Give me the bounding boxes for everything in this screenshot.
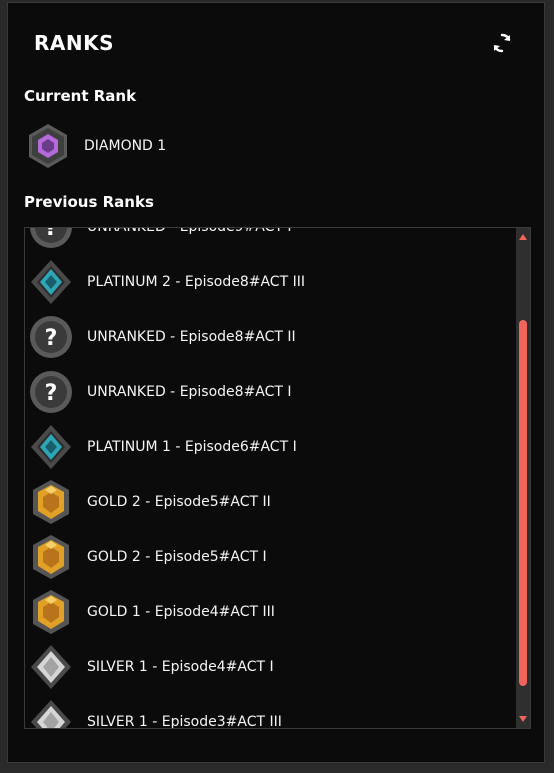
rank-list-item: ? UNRANKED - Episode8#ACT I: [25, 364, 515, 419]
gold-badge-icon: [33, 534, 69, 579]
scroll-down-arrow-icon[interactable]: [519, 716, 527, 722]
unranked-badge-icon: ?: [30, 227, 72, 248]
svg-text:?: ?: [45, 227, 58, 241]
scrollbar[interactable]: [516, 228, 530, 728]
rank-list-item: PLATINUM 2 - Episode8#ACT III: [25, 254, 515, 309]
rank-item-label: PLATINUM 1 - Episode6#ACT I: [87, 438, 297, 455]
header: RANKS: [34, 31, 514, 59]
rank-item-label: PLATINUM 2 - Episode8#ACT III: [87, 273, 305, 290]
svg-text:?: ?: [45, 326, 58, 351]
rank-item-label: SILVER 1 - Episode4#ACT I: [87, 658, 274, 675]
silver-badge-icon: [31, 699, 71, 728]
unranked-badge-icon: ?: [30, 370, 72, 413]
scrollbar-thumb[interactable]: [519, 320, 527, 686]
rank-item-label: GOLD 2 - Episode5#ACT I: [87, 548, 267, 565]
current-rank-heading: Current Rank: [24, 87, 137, 105]
rank-item-label: SILVER 1 - Episode3#ACT III: [87, 713, 282, 729]
current-rank-label: DIAMOND 1: [84, 138, 167, 154]
rank-list-item: SILVER 1 - Episode3#ACT III: [25, 694, 515, 729]
rank-item-label: GOLD 2 - Episode5#ACT II: [87, 493, 271, 510]
current-rank: DIAMOND 1: [24, 121, 166, 171]
diamond-badge-icon: [29, 124, 67, 168]
platinum-badge-icon: [31, 424, 71, 469]
svg-text:?: ?: [45, 381, 58, 406]
refresh-icon[interactable]: [490, 31, 514, 55]
rank-list-item: ? UNRANKED - Episode9#ACT I: [25, 227, 515, 254]
rank-list-content: ? UNRANKED - Episode9#ACT I PLATINUM 2 - E…: [25, 227, 515, 729]
unranked-badge-icon: ?: [30, 315, 72, 358]
rank-item-label: UNRANKED - Episode8#ACT I: [87, 383, 292, 400]
previous-ranks-heading: Previous Ranks: [24, 193, 154, 211]
gold-badge-icon: [33, 589, 69, 634]
rank-list-item: GOLD 1 - Episode4#ACT III: [25, 584, 515, 639]
previous-ranks-list[interactable]: ? UNRANKED - Episode9#ACT I PLATINUM 2 - E…: [24, 227, 531, 729]
rank-list-item: SILVER 1 - Episode4#ACT I: [25, 639, 515, 694]
rank-list-item: GOLD 2 - Episode5#ACT II: [25, 474, 515, 529]
rank-list-item: GOLD 2 - Episode5#ACT I: [25, 529, 515, 584]
silver-badge-icon: [31, 644, 71, 689]
platinum-badge-icon: [31, 259, 71, 304]
rank-item-label: UNRANKED - Episode9#ACT I: [87, 228, 292, 235]
scroll-up-arrow-icon[interactable]: [519, 234, 527, 240]
rank-item-label: UNRANKED - Episode8#ACT II: [87, 328, 296, 345]
rank-list-item: ? UNRANKED - Episode8#ACT II: [25, 309, 515, 364]
ranks-window: RANKS Current Rank DIAMOND 1 Previous Ra…: [7, 2, 545, 763]
gold-badge-icon: [33, 479, 69, 524]
rank-item-label: GOLD 1 - Episode4#ACT III: [87, 603, 275, 620]
app-title: RANKS: [34, 31, 115, 55]
rank-list-item: PLATINUM 1 - Episode6#ACT I: [25, 419, 515, 474]
